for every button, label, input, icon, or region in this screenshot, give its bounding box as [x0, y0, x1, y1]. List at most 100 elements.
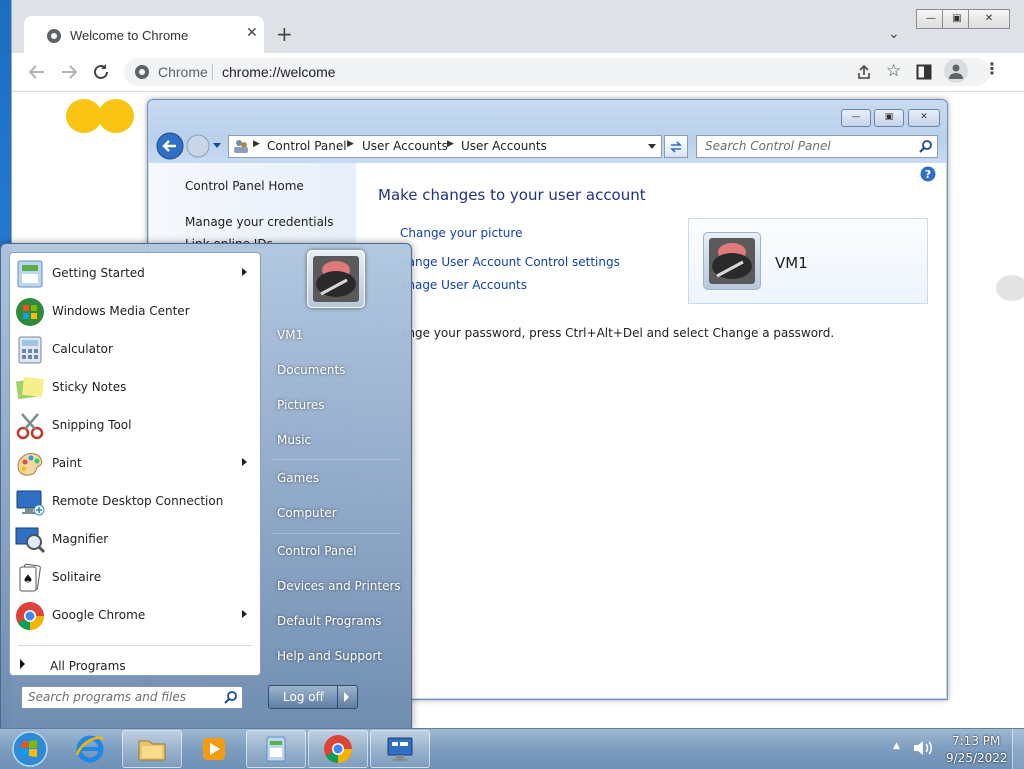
magnifier-icon — [15, 527, 46, 554]
start-item-pictures[interactable]: Pictures — [277, 398, 325, 412]
program-magnifier[interactable]: Magnifier — [10, 521, 260, 559]
address-bar[interactable]: Chrome chrome://welcome ☆ — [124, 58, 990, 86]
cp-forward-icon[interactable] — [186, 134, 210, 158]
back-arrow-icon[interactable] — [28, 64, 46, 80]
url-text[interactable]: chrome://welcome — [222, 64, 336, 80]
logoff-button[interactable]: Log off — [268, 685, 358, 709]
control-panel-icon — [266, 736, 286, 762]
logoff-label: Log off — [283, 690, 324, 704]
start-right-divider — [271, 533, 401, 534]
cp-maximize-button[interactable]: ▣ — [874, 109, 904, 127]
address-dropdown-icon[interactable] — [647, 143, 657, 150]
start-item-computer[interactable]: Computer — [277, 506, 337, 520]
breadcrumb-user-accounts-current[interactable]: User Accounts — [461, 139, 547, 153]
shutdown-options-arrow-icon[interactable] — [344, 692, 349, 702]
taskbar-remote-app[interactable] — [370, 730, 430, 768]
taskbar-ie[interactable] — [60, 730, 120, 768]
program-windows-media-center[interactable]: Windows Media Center — [10, 293, 260, 331]
search-icon[interactable] — [224, 690, 238, 704]
clock-time[interactable]: 7:13 PM — [952, 734, 1000, 748]
start-item-music[interactable]: Music — [277, 433, 311, 447]
breadcrumb-control-panel[interactable]: Control Panel — [267, 139, 347, 153]
tab-welcome[interactable]: Welcome to Chrome ✕ — [24, 16, 264, 53]
program-solitaire[interactable]: ♠ Solitaire — [10, 559, 260, 597]
remote-desktop-icon — [387, 737, 413, 761]
program-calculator[interactable]: Calculator — [10, 331, 260, 369]
uac-settings-link[interactable]: hange User Account Control settings — [400, 255, 620, 269]
program-list: Getting Started Windows Media Center Cal… — [9, 252, 261, 676]
media-player-icon — [203, 738, 225, 760]
submenu-arrow-icon — [242, 268, 247, 276]
cp-search-input[interactable]: Search Control Panel — [696, 135, 938, 158]
start-search-input[interactable]: Search programs and files — [21, 686, 243, 709]
cp-back-icon[interactable] — [156, 132, 184, 160]
all-programs-button[interactable]: All Programs — [20, 655, 250, 675]
clock-date[interactable]: 9/25/2022 — [946, 751, 1008, 765]
start-item-default-programs[interactable]: Default Programs — [277, 614, 382, 628]
user-picture[interactable] — [307, 250, 365, 308]
program-snipping-tool[interactable]: Snipping Tool — [10, 407, 260, 445]
volume-icon[interactable] — [912, 739, 934, 757]
nav-manage-credentials[interactable]: Manage your credentials — [185, 215, 334, 229]
chrome-toolbar: Chrome chrome://welcome ☆ ⋮ — [12, 53, 1024, 92]
program-label: Snipping Tool — [52, 418, 132, 432]
svg-text:?: ? — [925, 168, 931, 181]
account-avatar — [703, 232, 761, 290]
program-paint[interactable]: Paint — [10, 445, 260, 483]
remote-desktop-icon — [16, 490, 45, 516]
start-item-devices-printers[interactable]: Devices and Printers — [277, 579, 401, 593]
program-label: Calculator — [52, 342, 113, 356]
chrome-icon — [16, 602, 44, 630]
bookmark-star-icon[interactable]: ☆ — [886, 61, 901, 81]
page-title: Make changes to your user account — [378, 186, 646, 204]
help-icon[interactable]: ? — [920, 166, 936, 182]
refresh-arrows-icon — [670, 141, 682, 153]
cp-refresh-button[interactable] — [664, 135, 688, 158]
change-picture-link[interactable]: Change your picture — [400, 226, 522, 240]
breadcrumb-user-accounts[interactable]: User Accounts — [362, 139, 448, 153]
address-separator — [212, 64, 213, 80]
program-google-chrome[interactable]: Google Chrome — [10, 597, 260, 635]
chrome-menu-icon[interactable]: ⋮ — [984, 61, 1000, 77]
manage-accounts-link[interactable]: anage User Accounts — [400, 278, 527, 292]
nav-control-panel-home[interactable]: Control Panel Home — [185, 179, 304, 193]
taskbar-control-panel-window[interactable] — [246, 730, 306, 768]
start-item-user[interactable]: VM1 — [277, 328, 303, 342]
chrome-tab-bar: — ▣ ✕ Welcome to Chrome ✕ + ⌄ — [12, 0, 1024, 53]
taskbar-chrome[interactable] — [308, 730, 368, 768]
search-icon[interactable] — [919, 139, 933, 153]
all-programs-arrow-icon — [20, 659, 25, 669]
cp-minimize-button[interactable]: — — [841, 109, 871, 127]
tab-search-chevron-icon[interactable]: ⌄ — [888, 26, 900, 42]
internet-explorer-icon — [75, 735, 104, 763]
tab-close-icon[interactable]: ✕ — [246, 25, 258, 41]
program-sticky-notes[interactable]: Sticky Notes — [10, 369, 260, 407]
start-item-games[interactable]: Games — [277, 471, 319, 485]
tray-show-hidden-icon[interactable]: ▲ — [893, 741, 900, 751]
program-remote-desktop[interactable]: Remote Desktop Connection — [10, 483, 260, 521]
profile-avatar[interactable] — [944, 59, 968, 83]
reload-icon[interactable] — [92, 63, 110, 81]
start-menu: Getting Started Windows Media Center Cal… — [0, 243, 412, 730]
cp-close-button[interactable]: ✕ — [908, 109, 940, 127]
show-desktop-button[interactable] — [1012, 729, 1024, 769]
new-tab-icon[interactable]: + — [276, 24, 293, 44]
start-right-divider — [271, 459, 401, 460]
sticky-notes-icon — [15, 377, 44, 400]
chrome-favicon-icon — [47, 29, 61, 43]
cp-history-dropdown-icon[interactable] — [212, 142, 222, 150]
password-hint-text: ange your password, press Ctrl+Alt+Del a… — [400, 326, 835, 340]
cp-address-bar[interactable]: ▶ Control Panel ▶ User Accounts ▶ User A… — [228, 135, 662, 158]
start-orb-icon[interactable] — [4, 730, 48, 768]
forward-arrow-icon[interactable] — [60, 64, 78, 80]
start-item-control-panel[interactable]: Control Panel — [277, 544, 357, 558]
start-item-documents[interactable]: Documents — [277, 363, 345, 377]
taskbar-media-player[interactable] — [184, 730, 244, 768]
start-right-pane: VM1 Documents Pictures Music Games Compu… — [263, 244, 409, 729]
share-icon[interactable] — [856, 64, 872, 80]
program-getting-started[interactable]: Getting Started — [10, 255, 260, 293]
side-panel-icon[interactable] — [916, 64, 932, 80]
chrome-close-button[interactable]: ✕ — [968, 9, 1010, 29]
start-item-help-support[interactable]: Help and Support — [277, 649, 382, 663]
taskbar-explorer[interactable] — [122, 730, 182, 768]
